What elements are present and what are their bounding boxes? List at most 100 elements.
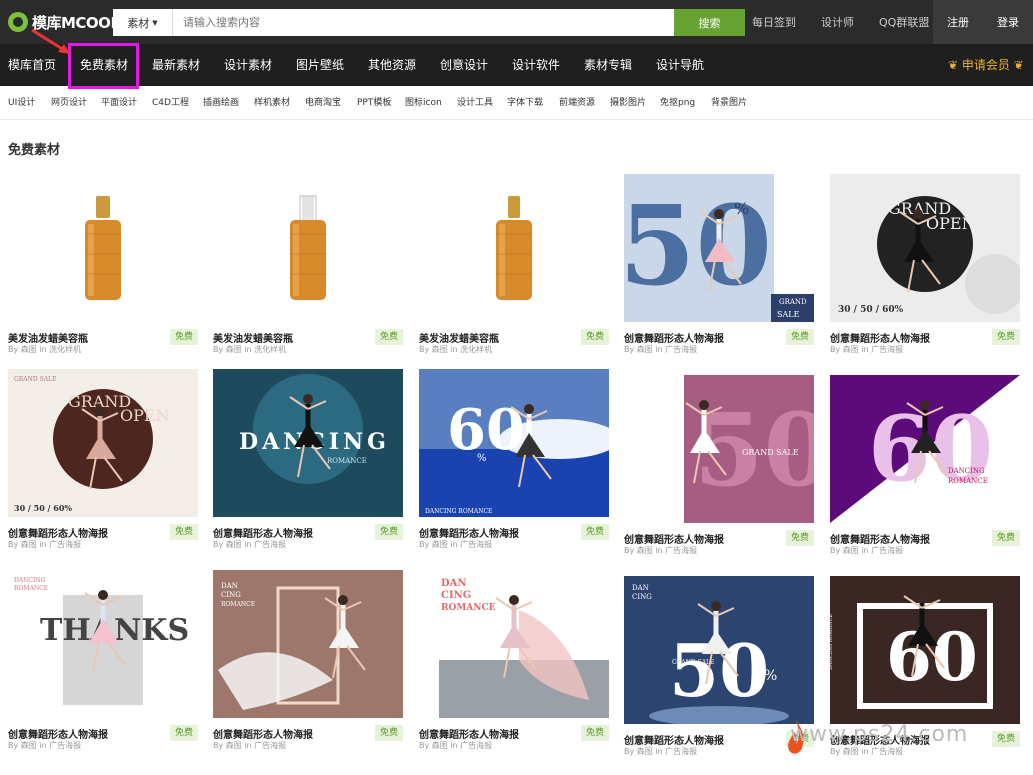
card-author[interactable]: 森图 xyxy=(21,540,37,549)
card-author[interactable]: 森图 xyxy=(432,741,448,750)
card-author[interactable]: 森图 xyxy=(432,540,448,549)
card-thumbnail[interactable]: DAN CING ROMANCE xyxy=(213,570,403,718)
card-thumbnail[interactable]: GRAND SALE GRAND OPEN 30 / 50 / 60% xyxy=(8,369,198,517)
card-author[interactable]: 森图 xyxy=(21,741,37,750)
card-title[interactable]: 创意舞蹈形态人物海报 xyxy=(419,525,519,540)
login-link[interactable]: 登录 xyxy=(997,14,1019,30)
card-title[interactable]: 创意舞蹈形态人物海报 xyxy=(624,330,724,345)
card-title[interactable]: 创意舞蹈形态人物海报 xyxy=(624,732,724,747)
top-link-checkin[interactable]: 每日签到 xyxy=(752,14,796,30)
register-link[interactable]: 注册 xyxy=(947,14,969,30)
search-button[interactable]: 搜索 xyxy=(674,9,745,36)
card-title[interactable]: 创意舞蹈形态人物海报 xyxy=(830,330,930,345)
card-category[interactable]: 广告海报 xyxy=(871,747,903,756)
nav-item-design[interactable]: 设计素材 xyxy=(224,44,272,86)
material-card[interactable]: 60 DANCING ROMANCE 创意舞蹈形态人物海报 免费 By 森图 i… xyxy=(830,375,1020,559)
card-category[interactable]: 广告海报 xyxy=(254,741,286,750)
card-thumbnail[interactable] xyxy=(8,174,198,322)
material-card[interactable]: DANCING ROMANCE 创意舞蹈形态人物海报 免费 By 森图 in 广… xyxy=(213,369,403,553)
card-title[interactable]: 美发油发蜡美容瓶 xyxy=(8,330,88,345)
sub-item-c4d[interactable]: C4D工程 xyxy=(152,86,189,120)
card-title[interactable]: 创意舞蹈形态人物海报 xyxy=(830,531,930,546)
material-card[interactable]: DAN CING ROMANCE 创意舞蹈形态人物海报 免费 By 森图 in … xyxy=(213,570,403,754)
card-category[interactable]: 广告海报 xyxy=(460,741,492,750)
nav-item-albums[interactable]: 素材专辑 xyxy=(584,44,632,86)
card-category[interactable]: 广告海报 xyxy=(665,747,697,756)
nav-item-latest[interactable]: 最新素材 xyxy=(152,44,200,86)
sub-item-ppt[interactable]: PPT模板 xyxy=(357,86,391,120)
card-thumbnail[interactable] xyxy=(213,174,403,322)
nav-item-software[interactable]: 设计软件 xyxy=(512,44,560,86)
card-author[interactable]: 森图 xyxy=(226,741,242,750)
card-thumbnail[interactable]: 60 % DANCING ROMANCE xyxy=(419,369,609,517)
card-thumbnail[interactable]: THANKS DANCING ROMANCE xyxy=(8,570,198,718)
card-title[interactable]: 创意舞蹈形态人物海报 xyxy=(624,531,724,546)
card-thumbnail[interactable]: 60 DANCING ROMANCE xyxy=(830,375,1020,523)
card-author[interactable]: 森图 xyxy=(226,345,242,354)
card-thumbnail[interactable]: DAN CING ROMANCE xyxy=(419,570,609,718)
card-thumbnail[interactable]: 60 % DANCING ROMANCE xyxy=(830,576,1020,724)
card-author[interactable]: 森图 xyxy=(637,345,653,354)
material-card[interactable]: 美发油发蜡美容瓶 免费 By 森图 in 洗化样机 xyxy=(8,174,198,358)
material-card[interactable]: 60 % DANCING ROMANCE 创意舞蹈形态人物海报 免费 By 森图… xyxy=(419,369,609,553)
card-title[interactable]: 创意舞蹈形态人物海报 xyxy=(213,525,313,540)
nav-item-navigation[interactable]: 设计导航 xyxy=(656,44,704,86)
card-title[interactable]: 创意舞蹈形态人物海报 xyxy=(8,726,108,741)
card-category[interactable]: 广告海报 xyxy=(49,741,81,750)
card-category[interactable]: 广告海报 xyxy=(871,345,903,354)
card-author[interactable]: 森图 xyxy=(637,747,653,756)
card-category[interactable]: 广告海报 xyxy=(49,540,81,549)
sub-item-ui[interactable]: UI设计 xyxy=(8,86,35,120)
card-thumbnail[interactable]: 50 % GRAND SALE xyxy=(624,174,814,322)
card-title[interactable]: 创意舞蹈形态人物海报 xyxy=(213,726,313,741)
card-author[interactable]: 森图 xyxy=(226,540,242,549)
card-category[interactable]: 广告海报 xyxy=(665,546,697,555)
material-card[interactable]: 50 GRAND SALE 创意舞蹈形态人物海报 免费 By 森图 in 广告海… xyxy=(624,375,814,559)
top-link-qq[interactable]: QQ群联盟 xyxy=(879,14,929,30)
search-category-select[interactable]: 素材 ▼ xyxy=(113,9,173,36)
card-author[interactable]: 森图 xyxy=(637,546,653,555)
card-category[interactable]: 广告海报 xyxy=(871,546,903,555)
card-author[interactable]: 森图 xyxy=(843,345,859,354)
sub-item-tools[interactable]: 设计工具 xyxy=(457,86,493,120)
sub-item-background[interactable]: 背景图片 xyxy=(711,86,747,120)
card-thumbnail[interactable]: DAN CING 50 % GRAND SALE xyxy=(624,576,814,724)
sub-item-mockup[interactable]: 样机素材 xyxy=(254,86,290,120)
material-card[interactable]: GRAND SALE GRAND OPEN 30 / 50 / 60% 创意舞蹈… xyxy=(8,369,198,553)
card-thumbnail[interactable]: GRAND OPEN 30 / 50 / 60% xyxy=(830,174,1020,322)
card-category[interactable]: 洗化样机 xyxy=(49,345,81,354)
material-card[interactable]: 50 % GRAND SALE 创意舞蹈形态人物海报 免费 By 森图 in 广… xyxy=(624,174,814,358)
sub-item-photo[interactable]: 摄影图片 xyxy=(610,86,646,120)
card-thumbnail[interactable]: 50 GRAND SALE xyxy=(624,375,814,523)
material-card[interactable]: 美发油发蜡美容瓶 免费 By 森图 in 洗化样机 xyxy=(419,174,609,358)
sub-item-print[interactable]: 平面设计 xyxy=(101,86,137,120)
card-title[interactable]: 创意舞蹈形态人物海报 xyxy=(419,726,519,741)
card-author[interactable]: 森图 xyxy=(843,546,859,555)
sub-item-ecommerce[interactable]: 电商淘宝 xyxy=(305,86,341,120)
card-category[interactable]: 广告海报 xyxy=(665,345,697,354)
sub-item-web[interactable]: 网页设计 xyxy=(51,86,87,120)
card-category[interactable]: 洗化样机 xyxy=(460,345,492,354)
material-card[interactable]: DAN CING ROMANCE 创意舞蹈形态人物海报 免费 By 森图 in … xyxy=(419,570,609,754)
material-card[interactable]: GRAND OPEN 30 / 50 / 60% 创意舞蹈形态人物海报 免费 B… xyxy=(830,174,1020,358)
card-title[interactable]: 创意舞蹈形态人物海报 xyxy=(8,525,108,540)
sub-item-png[interactable]: 免抠png xyxy=(660,86,695,120)
top-link-designer[interactable]: 设计师 xyxy=(821,14,854,30)
nav-item-wallpaper[interactable]: 图片壁纸 xyxy=(296,44,344,86)
search-input[interactable] xyxy=(173,9,674,36)
sub-item-frontend[interactable]: 前端资源 xyxy=(559,86,595,120)
card-thumbnail[interactable]: DANCING ROMANCE xyxy=(213,369,403,517)
material-card[interactable]: 美发油发蜡美容瓶 免费 By 森图 in 洗化样机 xyxy=(213,174,403,358)
card-title[interactable]: 美发油发蜡美容瓶 xyxy=(419,330,499,345)
sub-item-icon[interactable]: 图标icon xyxy=(405,86,442,120)
vip-apply-link[interactable]: ❦ 申请会员 ❦ xyxy=(948,44,1024,86)
sub-item-illustration[interactable]: 插画绘画 xyxy=(203,86,239,120)
sub-item-fonts[interactable]: 字体下载 xyxy=(507,86,543,120)
card-thumbnail[interactable] xyxy=(419,174,609,322)
nav-item-creative[interactable]: 创意设计 xyxy=(440,44,488,86)
material-card[interactable]: THANKS DANCING ROMANCE 创意舞蹈形态人物海报 免费 By … xyxy=(8,570,198,754)
card-author[interactable]: 森图 xyxy=(432,345,448,354)
card-category[interactable]: 洗化样机 xyxy=(254,345,286,354)
nav-item-other[interactable]: 其他资源 xyxy=(368,44,416,86)
card-title[interactable]: 美发油发蜡美容瓶 xyxy=(213,330,293,345)
